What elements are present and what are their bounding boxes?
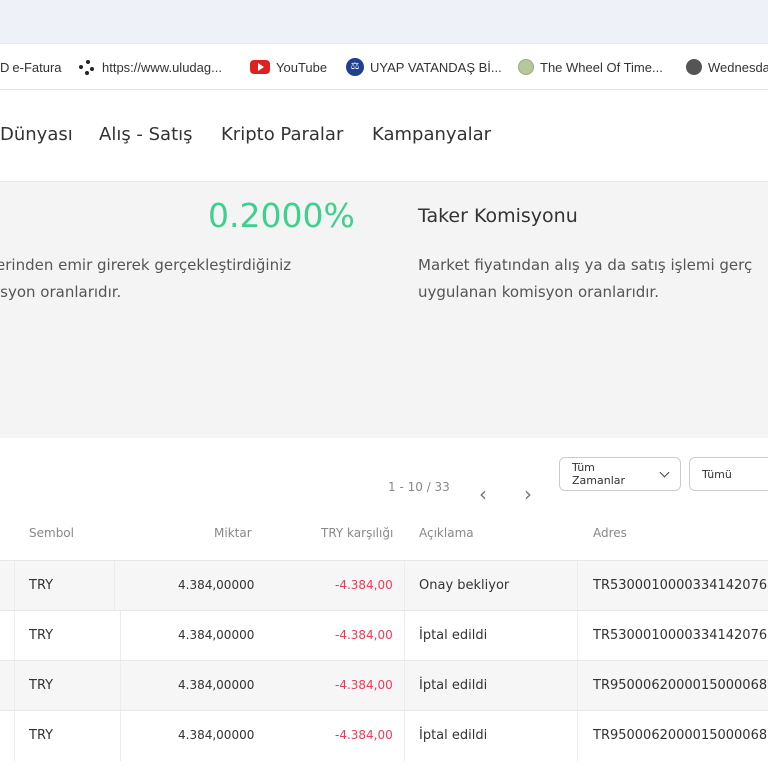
column-divider — [404, 611, 405, 661]
maker-desc-line-1: erinden emir girerek gerçekleştirdiğiniz — [0, 256, 292, 274]
bookmark-efatura-label: e-Fatura — [12, 59, 62, 75]
cell-description: Onay bekliyor — [419, 578, 510, 593]
youtube-icon — [250, 60, 270, 74]
column-header-description: Açıklama — [419, 526, 474, 540]
column-divider — [577, 611, 578, 661]
cell-symbol: TRY — [29, 678, 54, 693]
maker-commission-rate: 0.2000% — [208, 196, 355, 235]
cell-address: TR5300010000334142076150 — [593, 628, 768, 643]
bookmark-uyap[interactable]: ⚖ UYAP VATANDAŞ Bİ... — [346, 44, 502, 89]
prev-page-button[interactable]: ‹ — [475, 484, 491, 504]
column-divider — [577, 561, 578, 611]
taker-desc-line-1: Market fiyatından alış ya da satış işlem… — [418, 256, 753, 274]
globe-icon — [686, 59, 702, 75]
cell-symbol: TRY — [29, 728, 54, 743]
nav-item-alis-satis[interactable]: Alış - Satış — [99, 124, 193, 145]
cell-address: TR9500062000015000068000 — [593, 728, 768, 743]
bookmark-efatura-prefix: D — [0, 59, 10, 75]
nav-item-kripto-paralar[interactable]: Kripto Paralar — [221, 124, 343, 145]
column-header-amount: Miktar — [214, 526, 252, 540]
time-range-select[interactable]: Tüm Zamanlar — [559, 457, 681, 491]
cell-symbol: TRY — [29, 578, 54, 593]
cell-try-equivalent: -4.384,00 — [335, 728, 393, 742]
wheel-icon — [518, 59, 534, 75]
cell-amount: 4.384,00000 — [178, 628, 255, 642]
taker-commission-title: Taker Komisyonu — [418, 205, 578, 227]
table-row[interactable]: TRY 4.384,00000 -4.384,00 İptal edildi T… — [0, 610, 768, 661]
dots-icon — [78, 58, 96, 76]
column-divider — [120, 611, 121, 661]
bookmark-wednesday-label: Wednesda — [708, 59, 768, 75]
bookmark-youtube[interactable]: YouTube — [250, 44, 328, 89]
taker-commission-description: Market fiyatından alış ya da satış işlem… — [418, 252, 768, 306]
column-divider — [114, 561, 115, 611]
column-divider — [14, 561, 15, 611]
cell-try-equivalent: -4.384,00 — [335, 628, 393, 642]
chevron-down-icon — [659, 467, 670, 477]
column-divider — [14, 611, 15, 661]
pagination-status: 1 - 10 / 33 — [388, 480, 450, 494]
type-filter-select[interactable]: Tümü — [689, 457, 768, 491]
bookmark-uludag-label: https://www.uludag... — [102, 59, 222, 75]
nav-item-dunyasi[interactable]: Dünyası — [0, 124, 73, 145]
bookmark-wheel-of-time[interactable]: The Wheel Of Time... — [518, 44, 663, 89]
table-row[interactable]: TRY 4.384,00000 -4.384,00 İptal edildi T… — [0, 660, 768, 711]
next-page-button[interactable]: › — [520, 484, 536, 504]
bookmarks-bar: D e-Fatura https://www.uludag... YouTube… — [0, 44, 768, 90]
cell-address: TR9500062000015000068000 — [593, 678, 768, 693]
table-row[interactable]: TRY 4.384,00000 -4.384,00 Onay bekliyor … — [0, 560, 768, 611]
cell-description: İptal edildi — [419, 628, 488, 643]
column-divider — [404, 711, 405, 761]
column-divider — [577, 661, 578, 711]
bookmark-wheel-label: The Wheel Of Time... — [540, 59, 663, 75]
column-divider — [404, 561, 405, 611]
cell-description: İptal edildi — [419, 728, 488, 743]
column-divider — [120, 711, 121, 761]
maker-commission-description: erinden emir girerek gerçekleştirdiğiniz… — [0, 252, 336, 306]
taker-desc-line-2: uygulanan komisyon oranlarıdır. — [418, 283, 659, 301]
maker-desc-line-2: isyon oranlarıdır. — [0, 283, 122, 301]
column-header-try-equivalent: TRY karşılığı — [321, 526, 394, 540]
uyap-icon: ⚖ — [346, 58, 364, 76]
column-divider — [120, 661, 121, 711]
type-filter-value: Tümü — [702, 467, 732, 481]
cell-amount: 4.384,00000 — [178, 578, 255, 592]
nav-item-kampanyalar[interactable]: Kampanyalar — [372, 124, 491, 145]
bookmark-uyap-label: UYAP VATANDAŞ Bİ... — [370, 59, 502, 75]
table-row[interactable]: TRY 4.384,00000 -4.384,00 İptal edildi T… — [0, 710, 768, 761]
column-divider — [404, 661, 405, 711]
cell-try-equivalent: -4.384,00 — [335, 678, 393, 692]
column-divider — [14, 711, 15, 761]
main-navigation: Dünyası Alış - Satış Kripto Paralar Kamp… — [0, 90, 768, 182]
bookmark-uludag[interactable]: https://www.uludag... — [78, 44, 222, 89]
table-header: Sembol Miktar TRY karşılığı Açıklama Adr… — [0, 510, 768, 558]
browser-tab-strip — [0, 0, 768, 44]
column-header-symbol: Sembol — [29, 526, 74, 540]
column-divider — [14, 661, 15, 711]
bookmark-youtube-label: YouTube — [276, 59, 328, 75]
cell-description: İptal edildi — [419, 678, 488, 693]
bookmark-efatura[interactable]: D e-Fatura — [0, 44, 62, 89]
time-range-value: Tüm Zamanlar — [572, 461, 626, 487]
cell-amount: 4.384,00000 — [178, 678, 255, 692]
cell-address: TR5300010000334142076150 — [593, 578, 768, 593]
column-divider — [577, 711, 578, 761]
cell-try-equivalent: -4.384,00 — [335, 578, 393, 592]
cell-amount: 4.384,00000 — [178, 728, 255, 742]
column-header-address: Adres — [593, 526, 627, 540]
bookmark-wednesday[interactable]: Wednesda — [686, 44, 768, 89]
cell-symbol: TRY — [29, 628, 54, 643]
commission-panel — [0, 182, 768, 438]
